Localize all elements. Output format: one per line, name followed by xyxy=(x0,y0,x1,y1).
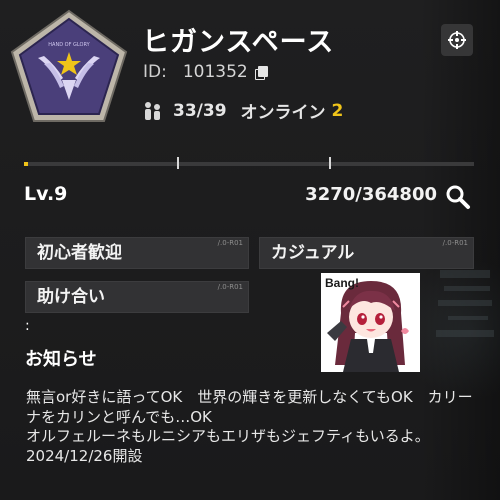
club-name: ヒガンスペース xyxy=(142,27,335,58)
search-icon[interactable] xyxy=(444,183,472,211)
emblem-text: HAND OF GLORY xyxy=(48,42,90,48)
background-decoration xyxy=(436,270,494,337)
club-id-row: ID: 101352 xyxy=(143,62,268,82)
member-count: 33/39 xyxy=(173,100,227,121)
notice-body: 無言or好きに語ってOK 世界の輝きを更新しなくてもOK カリーナをカリンと呼ん… xyxy=(26,388,473,465)
notice-title: お知らせ xyxy=(25,349,97,370)
members-icon xyxy=(145,101,160,120)
club-sticker-image: Bang! xyxy=(321,273,420,372)
sticker-text: Bang! xyxy=(325,276,359,290)
settings-icon xyxy=(448,31,466,49)
exp-progress-fill xyxy=(24,162,29,166)
tag-casual: カジュアル /.0-R01 xyxy=(259,237,474,269)
exp-progress-bar xyxy=(24,157,474,169)
club-level: Lv.9 xyxy=(24,183,68,205)
club-emblem: HAND OF GLORY xyxy=(8,8,130,126)
progress-tick xyxy=(177,157,179,169)
online-label: オンライン xyxy=(240,103,326,123)
id-label: ID: xyxy=(143,62,167,82)
exp-counter: 3270/364800 xyxy=(305,184,437,205)
club-id-value: 101352 xyxy=(182,62,248,82)
copy-icon[interactable] xyxy=(254,66,268,80)
tag-label: 初心者歓迎 xyxy=(37,243,122,263)
tag-code: /.0-R01 xyxy=(217,283,243,291)
tag-label: カジュアル xyxy=(271,243,355,263)
settings-button[interactable] xyxy=(441,24,473,56)
progress-tick xyxy=(329,157,331,169)
tag-label: 助け合い xyxy=(37,287,105,307)
notice-marker: : xyxy=(25,318,30,334)
online-count: 2 xyxy=(331,100,344,121)
tag-code: /.0-R01 xyxy=(442,239,468,247)
tag-code: /.0-R01 xyxy=(217,239,243,247)
tag-mutual-help: 助け合い /.0-R01 xyxy=(25,281,249,313)
tag-beginner-welcome: 初心者歓迎 /.0-R01 xyxy=(25,237,249,269)
member-row: 33/39 オンライン 2 xyxy=(142,98,343,123)
